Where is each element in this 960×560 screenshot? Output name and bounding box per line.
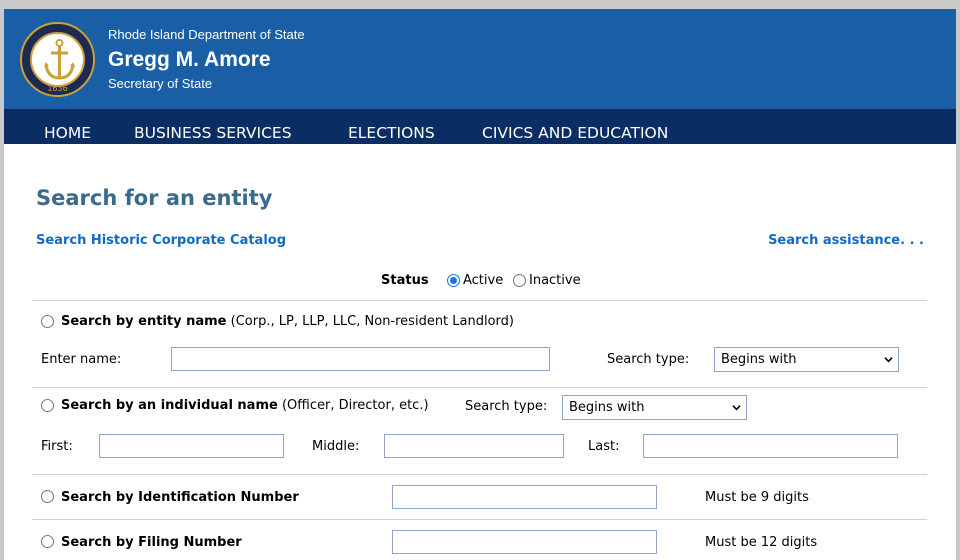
filing-number-title: Search by Filing Number (61, 535, 242, 550)
last-name-label: Last: (588, 439, 620, 454)
first-name-input[interactable] (99, 434, 284, 458)
main-nav: HOME BUSINESS SERVICES ELECTIONS CIVICS … (4, 109, 956, 144)
divider (32, 300, 927, 301)
historic-catalog-link[interactable]: Search Historic Corporate Catalog (36, 233, 286, 248)
department-name: Rhode Island Department of State (108, 27, 305, 42)
divider (32, 387, 927, 388)
entity-search-type-select[interactable]: Begins with (714, 347, 899, 372)
entity-name-title: Search by entity name (61, 314, 227, 329)
entity-name-radio[interactable] (41, 315, 54, 328)
anchor-icon (44, 39, 75, 80)
id-number-note: Must be 9 digits (705, 490, 809, 505)
id-number-title: Search by Identification Number (61, 490, 299, 505)
first-name-label: First: (41, 439, 73, 454)
individual-search-type-select[interactable]: Begins with (562, 395, 747, 420)
chevron-down-icon (884, 357, 893, 363)
nav-home[interactable]: HOME (44, 109, 91, 144)
entity-search-type-label: Search type: (607, 352, 690, 367)
filing-number-input[interactable] (392, 530, 657, 554)
individual-name-heading: Search by an individual name (Officer, D… (61, 398, 429, 413)
nav-elections[interactable]: ELECTIONS (348, 109, 435, 144)
status-active-radio[interactable] (447, 274, 460, 287)
individual-name-title: Search by an individual name (61, 398, 278, 413)
nav-civics-and-education[interactable]: CIVICS AND EDUCATION (482, 109, 668, 144)
search-assistance-link[interactable]: Search assistance. . . (768, 233, 924, 248)
entity-name-input[interactable] (171, 347, 550, 371)
status-active-label: Active (463, 273, 504, 288)
individual-search-type-value: Begins with (569, 400, 645, 415)
middle-name-input[interactable] (384, 434, 564, 458)
enter-name-label: Enter name: (41, 352, 122, 367)
entity-search-type-value: Begins with (721, 352, 797, 367)
page-frame: 1636 Rhode Island Department of State Gr… (4, 9, 956, 560)
middle-name-label: Middle: (312, 439, 360, 454)
nav-business-services[interactable]: BUSINESS SERVICES (134, 109, 292, 144)
entity-name-heading: Search by entity name (Corp., LP, LLP, L… (61, 314, 514, 329)
secretary-name: Gregg M. Amore (108, 48, 271, 71)
filing-number-radio[interactable] (41, 535, 54, 548)
filing-number-note: Must be 12 digits (705, 535, 818, 550)
last-name-input[interactable] (643, 434, 898, 458)
id-number-heading: Search by Identification Number (61, 490, 299, 505)
filing-number-heading: Search by Filing Number (61, 535, 242, 550)
id-number-input[interactable] (392, 485, 657, 509)
status-label: Status (381, 273, 429, 288)
divider (32, 474, 927, 475)
id-number-radio[interactable] (41, 490, 54, 503)
seal-year: 1636 (47, 84, 68, 93)
state-seal-logo[interactable]: 1636 (20, 22, 95, 97)
page-title: Search for an entity (36, 186, 273, 210)
status-inactive-label: Inactive (529, 273, 581, 288)
individual-name-subtitle: (Officer, Director, etc.) (281, 398, 429, 413)
secretary-role: Secretary of State (108, 76, 213, 91)
individual-name-radio[interactable] (41, 399, 54, 412)
divider (32, 519, 927, 520)
entity-name-subtitle: (Corp., LP, LLP, LLC, Non-resident Landl… (230, 314, 514, 329)
site-header: 1636 Rhode Island Department of State Gr… (4, 9, 956, 109)
individual-search-type-label: Search type: (465, 399, 548, 414)
status-inactive-radio[interactable] (513, 274, 526, 287)
chevron-down-icon (732, 405, 741, 411)
